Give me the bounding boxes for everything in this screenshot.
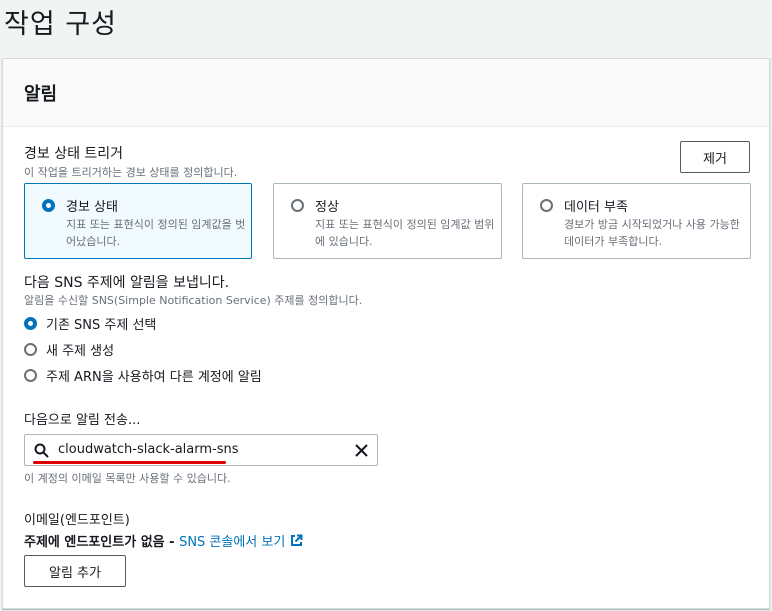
sns-option-arn[interactable]: 주제 ARN을 사용하여 다른 계정에 알림: [24, 366, 262, 385]
option-title: 정상: [315, 200, 339, 215]
remove-button[interactable]: 제거: [680, 141, 750, 173]
option-title: 데이터 부족: [564, 200, 628, 215]
sns-option-label: 기존 SNS 주제 선택: [46, 318, 157, 333]
external-link-icon[interactable]: [290, 534, 303, 547]
option-description: 지표 또는 표현식이 정의된 임계값 범위에 있습니다.: [315, 218, 495, 248]
alarm-state-option-ok[interactable]: 정상 지표 또는 표현식이 정의된 임계값 범위에 있습니다.: [273, 183, 502, 259]
sns-topic-label: 다음 SNS 주제에 알림을 보냅니다.: [24, 275, 230, 291]
sns-topic-description: 알림을 수신할 SNS(Simple Notification Service)…: [24, 294, 363, 307]
option-description: 경보가 방금 시작되었거나 사용 가능한 데이터가 부족합니다.: [564, 218, 740, 248]
no-endpoint-row: 주제에 엔드포인트가 없음 - SNS 콘솔에서 보기: [24, 531, 303, 550]
search-input-value[interactable]: cloudwatch-slack-alarm-sns: [58, 442, 239, 457]
sns-option-label: 새 주제 생성: [46, 344, 115, 359]
alarm-state-description: 이 작업을 트리거하는 경보 상태를 정의합니다.: [24, 166, 238, 179]
annotation-underline: [33, 461, 226, 464]
radio-existing-topic[interactable]: [24, 317, 37, 330]
option-title: 경보 상태: [66, 200, 118, 215]
sns-option-existing[interactable]: 기존 SNS 주제 선택: [24, 314, 156, 333]
sns-topic-search-field[interactable]: cloudwatch-slack-alarm-sns: [24, 434, 378, 466]
sns-option-new[interactable]: 새 주제 생성: [24, 340, 114, 359]
panel-header: [3, 59, 769, 127]
send-to-label: 다음으로 알림 전송...: [24, 413, 141, 428]
page-title: 작업 구성: [4, 9, 117, 40]
search-icon: [34, 443, 49, 458]
radio-in-alarm[interactable]: [42, 199, 55, 212]
send-to-hint: 이 계정의 이메일 목록만 사용할 수 있습니다.: [24, 472, 231, 485]
add-notification-button[interactable]: 알림 추가: [24, 555, 126, 587]
option-description: 지표 또는 표현식이 정의된 임계값을 벗어났습니다.: [66, 218, 246, 248]
alarm-state-option-in-alarm[interactable]: 경보 상태 지표 또는 표현식이 정의된 임계값을 벗어났습니다.: [24, 183, 252, 259]
radio-new-topic[interactable]: [24, 343, 37, 356]
alarm-state-label: 경보 상태 트리거: [24, 146, 124, 162]
alarm-state-option-insufficient-data[interactable]: 데이터 부족 경보가 방금 시작되었거나 사용 가능한 데이터가 부족합니다.: [522, 183, 751, 259]
clear-icon[interactable]: [354, 443, 369, 458]
radio-ok[interactable]: [291, 199, 304, 212]
sns-option-label: 주제 ARN을 사용하여 다른 계정에 알림: [46, 370, 262, 385]
email-endpoint-label: 이메일(엔드포인트): [24, 513, 130, 528]
no-endpoint-text: 주제에 엔드포인트가 없음 -: [24, 535, 180, 550]
sns-console-link[interactable]: SNS 콘솔에서 보기: [179, 531, 285, 550]
radio-insufficient-data[interactable]: [540, 199, 553, 212]
radio-topic-arn[interactable]: [24, 369, 37, 382]
panel-title: 알림: [24, 84, 58, 105]
notification-panel: 알림 경보 상태 트리거 이 작업을 트리거하는 경보 상태를 정의합니다. 제…: [2, 58, 770, 609]
